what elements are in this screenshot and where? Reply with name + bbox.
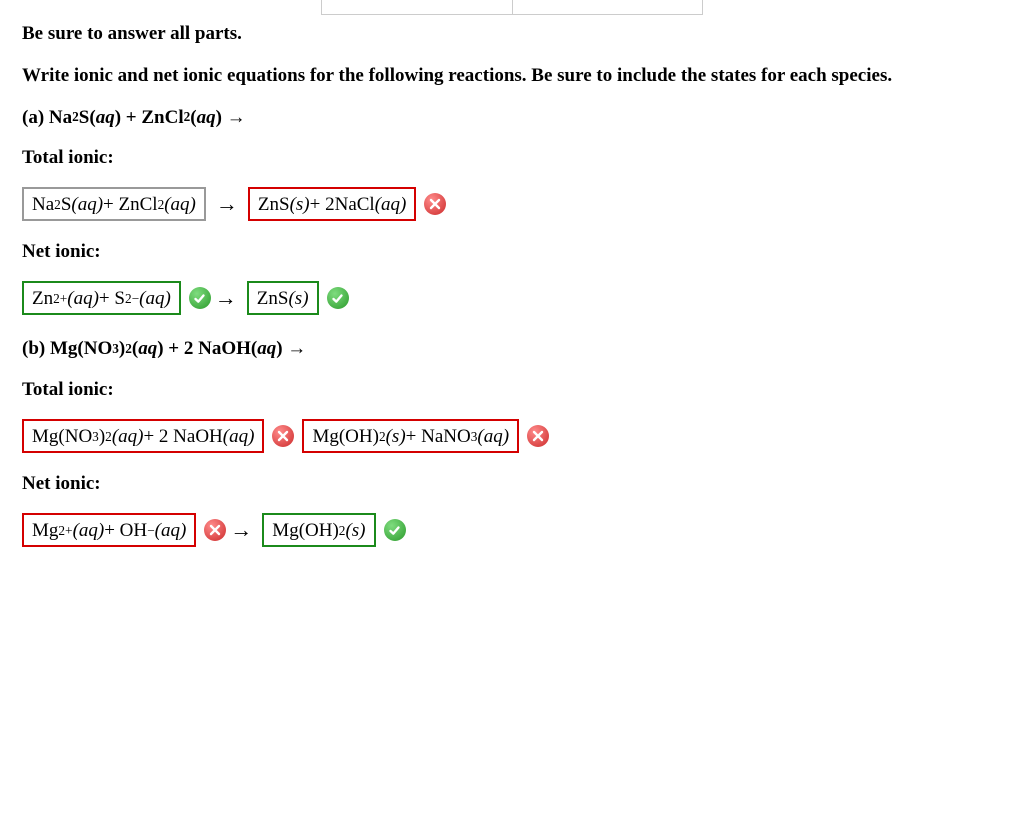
- part-b-net-ionic-row: Mg2+ (aq) + OH− (aq) → Mg(OH)2 (s): [22, 513, 1002, 547]
- part-b-net-label: Net ionic:: [22, 473, 1002, 495]
- partial-table-stub: [321, 0, 703, 15]
- x-icon: [424, 193, 446, 215]
- x-icon: [204, 519, 226, 541]
- part-b-total-ionic-row: Mg(NO3)2 (aq) + 2 NaOH (aq) Mg(OH)2 (s) …: [22, 419, 1002, 453]
- part-b-heading: (b) Mg(NO3)2(aq) + 2 NaOH(aq) →: [22, 337, 1002, 361]
- instruction-line-2: Write ionic and net ionic equations for …: [22, 64, 1002, 88]
- answer-box-a-net-right[interactable]: ZnS (s): [247, 281, 319, 315]
- part-a-heading: (a) Na2S(aq) + ZnCl2(aq) →: [22, 106, 1002, 130]
- answer-box-b-total-left[interactable]: Mg(NO3)2 (aq) + 2 NaOH (aq): [22, 419, 264, 453]
- check-icon: [189, 287, 211, 309]
- answer-box-a-net-left[interactable]: Zn2+ (aq) + S2− (aq): [22, 281, 181, 315]
- part-a-total-label: Total ionic:: [22, 147, 1002, 169]
- part-b-total-label: Total ionic:: [22, 379, 1002, 401]
- x-icon: [272, 425, 294, 447]
- instruction-line-1: Be sure to answer all parts.: [22, 22, 1002, 46]
- part-a-total-ionic-row: Na2S (aq) + ZnCl2 (aq) → ZnS (s) + 2NaCl…: [22, 187, 1002, 221]
- part-a-net-label: Net ionic:: [22, 241, 1002, 263]
- check-icon: [327, 287, 349, 309]
- check-icon: [384, 519, 406, 541]
- answer-box-b-net-left[interactable]: Mg2+ (aq) + OH− (aq): [22, 513, 196, 547]
- answer-box-a-total-right[interactable]: ZnS (s) + 2NaCl (aq): [248, 187, 416, 221]
- answer-box-b-net-right[interactable]: Mg(OH)2 (s): [262, 513, 375, 547]
- part-a-net-ionic-row: Zn2+ (aq) + S2− (aq) → ZnS (s): [22, 281, 1002, 315]
- answer-box-a-total-left[interactable]: Na2S (aq) + ZnCl2 (aq): [22, 187, 206, 221]
- arrow-icon: →: [214, 191, 240, 217]
- x-icon: [527, 425, 549, 447]
- arrow-icon: →: [228, 517, 254, 543]
- answer-box-b-total-right[interactable]: Mg(OH)2 (s) + NaNO3 (aq): [302, 419, 519, 453]
- arrow-icon: →: [213, 285, 239, 311]
